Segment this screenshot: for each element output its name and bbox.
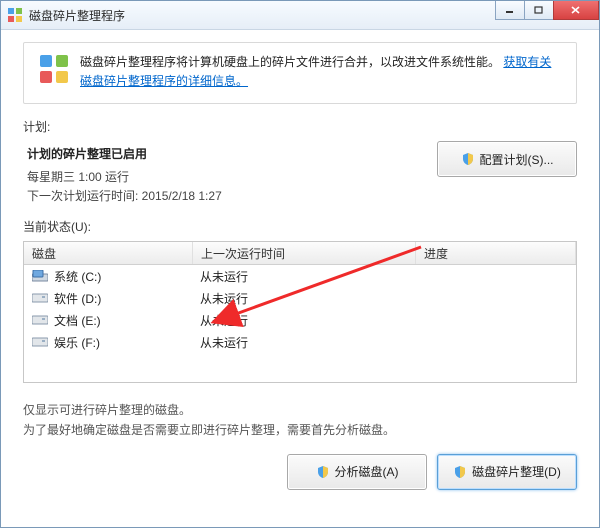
minimize-button[interactable] xyxy=(495,1,525,20)
maximize-button[interactable] xyxy=(524,1,554,20)
schedule-heading: 计划的碎片整理已启用 xyxy=(27,145,437,162)
app-icon xyxy=(7,7,23,23)
schedule-frequency: 每星期三 1:00 运行 xyxy=(27,168,437,185)
info-description: 磁盘碎片整理程序将计算机硬盘上的碎片文件进行合并，以改进文件系统性能。 获取有关… xyxy=(80,53,562,91)
last-run: 从未运行 xyxy=(200,290,248,307)
disk-name: 文档 (E:) xyxy=(54,312,101,329)
col-last-run-header[interactable]: 上一次运行时间 xyxy=(193,242,416,264)
status-section-label: 当前状态(U): xyxy=(23,218,577,235)
defrag-icon xyxy=(38,53,70,85)
shield-icon xyxy=(316,465,330,479)
disk-name: 软件 (D:) xyxy=(54,290,101,307)
app-window: 磁盘碎片整理程序 磁盘碎片整理程序 xyxy=(0,0,600,528)
last-run: 从未运行 xyxy=(200,268,248,285)
content-area: 磁盘碎片整理程序将计算机硬盘上的碎片文件进行合并，以改进文件系统性能。 获取有关… xyxy=(1,30,599,490)
shield-icon xyxy=(461,152,475,166)
defragment-disk-button[interactable]: 磁盘碎片整理(D) xyxy=(437,454,577,490)
action-row: 分析磁盘(A) 磁盘碎片整理(D) xyxy=(23,454,577,490)
col-progress-header[interactable]: 进度 xyxy=(416,242,576,264)
footer-line-2: 为了最好地确定磁盘是否需要立即进行碎片整理，需要首先分析磁盘。 xyxy=(23,421,577,440)
footer-note: 仅显示可进行碎片整理的磁盘。 为了最好地确定磁盘是否需要立即进行碎片整理，需要首… xyxy=(23,401,577,439)
disk-table: 磁盘 上一次运行时间 进度 系统 (C:)从未运行软件 (D:)从未运行文档 (… xyxy=(23,241,577,383)
window-title: 磁盘碎片整理程序 xyxy=(29,7,125,24)
analyze-disk-label: 分析磁盘(A) xyxy=(335,463,399,480)
table-row[interactable]: 软件 (D:) 从未运行 xyxy=(24,287,576,309)
footer-line-1: 仅显示可进行碎片整理的磁盘。 xyxy=(23,401,577,420)
drive-icon xyxy=(32,336,48,348)
window-controls xyxy=(496,1,599,20)
schedule-section-label: 计划: xyxy=(23,118,577,135)
table-header: 磁盘 上一次运行时间 进度 xyxy=(24,242,576,265)
schedule-actions: 配置计划(S)... xyxy=(437,141,577,177)
info-panel: 磁盘碎片整理程序将计算机硬盘上的碎片文件进行合并，以改进文件系统性能。 获取有关… xyxy=(23,42,577,104)
info-text: 磁盘碎片整理程序将计算机硬盘上的碎片文件进行合并，以改进文件系统性能。 xyxy=(80,55,500,69)
disk-name: 娱乐 (F:) xyxy=(54,334,100,351)
col-disk-header[interactable]: 磁盘 xyxy=(24,242,193,264)
configure-schedule-button[interactable]: 配置计划(S)... xyxy=(437,141,577,177)
close-button[interactable] xyxy=(553,1,599,20)
table-row[interactable]: 娱乐 (F:) 从未运行 xyxy=(24,331,576,353)
drive-icon xyxy=(32,292,48,304)
analyze-disk-button[interactable]: 分析磁盘(A) xyxy=(287,454,427,490)
last-run: 从未运行 xyxy=(200,312,248,329)
defragment-disk-label: 磁盘碎片整理(D) xyxy=(472,463,561,480)
table-row[interactable]: 系统 (C:) 从未运行 xyxy=(24,265,576,287)
schedule-next-run: 下一次计划运行时间: 2015/2/18 1:27 xyxy=(27,187,437,204)
configure-schedule-label: 配置计划(S)... xyxy=(480,151,554,168)
schedule-info: 计划的碎片整理已启用 每星期三 1:00 运行 下一次计划运行时间: 2015/… xyxy=(23,141,437,206)
shield-icon xyxy=(453,465,467,479)
table-row[interactable]: 文档 (E:) 从未运行 xyxy=(24,309,576,331)
schedule-row: 计划的碎片整理已启用 每星期三 1:00 运行 下一次计划运行时间: 2015/… xyxy=(23,141,577,206)
titlebar[interactable]: 磁盘碎片整理程序 xyxy=(1,1,599,30)
drive-icon xyxy=(32,314,48,326)
last-run: 从未运行 xyxy=(200,334,248,351)
drive-icon xyxy=(32,270,48,282)
table-body: 系统 (C:)从未运行软件 (D:)从未运行文档 (E:)从未运行娱乐 (F:)… xyxy=(24,265,576,353)
disk-name: 系统 (C:) xyxy=(54,268,101,285)
